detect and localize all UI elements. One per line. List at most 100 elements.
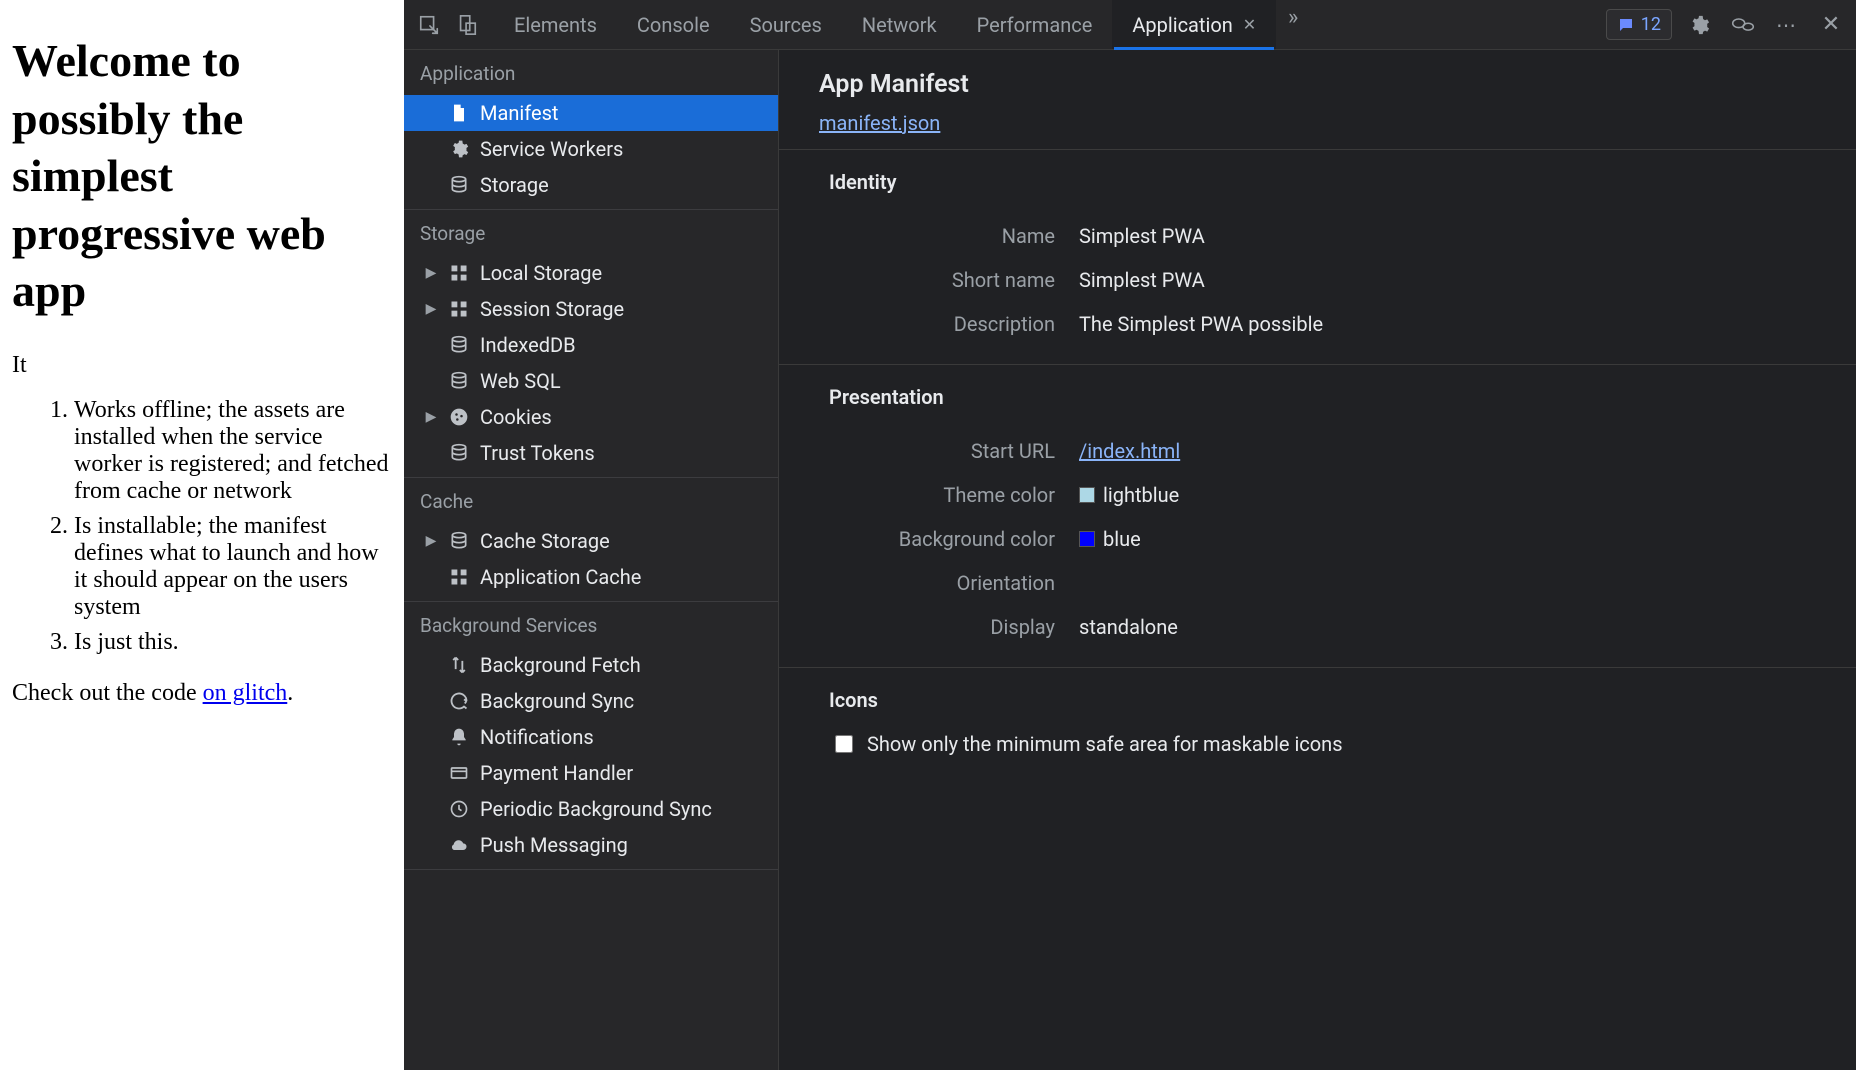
manifest-details: App Manifest manifest.json Identity Name…: [778, 50, 1856, 1070]
sidebar-item-service-workers[interactable]: Service Workers: [404, 131, 778, 167]
sidebar-item-background-fetch[interactable]: Background Fetch: [404, 647, 778, 683]
grid-icon: [448, 566, 470, 588]
tab-network[interactable]: Network: [842, 0, 957, 49]
sync-icon: [448, 690, 470, 712]
cloud-icon: [448, 834, 470, 856]
db-icon: [448, 370, 470, 392]
sidebar-item-push-messaging[interactable]: Push Messaging: [404, 827, 778, 863]
maskable-icons-label: Show only the minimum safe area for mask…: [867, 732, 1343, 756]
bell-icon: [448, 726, 470, 748]
kv-value: Simplest PWA: [1079, 268, 1205, 292]
sidebar-item-background-sync[interactable]: Background Sync: [404, 683, 778, 719]
sidebar-item-label: Background Sync: [480, 689, 634, 713]
page-heading: Welcome to possibly the simplest progres…: [12, 32, 392, 320]
kv-key: Description: [819, 312, 1079, 336]
sidebar-item-storage[interactable]: Storage: [404, 167, 778, 203]
sidebar-item-manifest[interactable]: Manifest: [404, 95, 778, 131]
db-icon: [448, 530, 470, 552]
sidebar-section-title: Application: [404, 50, 778, 95]
kv-row: Short nameSimplest PWA: [819, 258, 1816, 302]
tab-application[interactable]: Application ✕: [1112, 0, 1276, 49]
devtools-tabs: Elements Console Sources Network Perform…: [494, 0, 1602, 49]
sidebar-item-payment-handler[interactable]: Payment Handler: [404, 755, 778, 791]
kv-value: lightblue: [1079, 483, 1179, 507]
kv-key: Background color: [819, 527, 1079, 551]
sidebar-item-local-storage[interactable]: ▶ Local Storage: [404, 255, 778, 291]
sidebar-section-title: Storage: [404, 210, 778, 255]
tab-elements[interactable]: Elements: [494, 0, 617, 49]
grid-icon: [448, 262, 470, 284]
sidebar-item-trust-tokens[interactable]: Trust Tokens: [404, 435, 778, 471]
sidebar-item-cache-storage[interactable]: ▶Cache Storage: [404, 523, 778, 559]
expand-arrow-icon[interactable]: ▶: [424, 265, 438, 281]
sidebar-item-label: Push Messaging: [480, 833, 628, 857]
sidebar-item-periodic-background-sync[interactable]: Periodic Background Sync: [404, 791, 778, 827]
sidebar-item-label: Notifications: [480, 725, 594, 749]
kv-value: standalone: [1079, 615, 1178, 639]
db-icon: [448, 174, 470, 196]
glitch-link[interactable]: on glitch: [203, 680, 288, 706]
kv-row: NameSimplest PWA: [819, 214, 1816, 258]
maskable-icons-checkbox[interactable]: [835, 735, 853, 753]
expand-arrow-icon[interactable]: ▶: [424, 409, 438, 425]
sidebar-item-label: Trust Tokens: [480, 441, 595, 465]
kv-key: Name: [819, 224, 1079, 248]
more-tabs-icon[interactable]: »: [1276, 0, 1310, 34]
sidebar-item-label: Storage: [480, 173, 549, 197]
sidebar-item-label: Application Cache: [480, 565, 641, 589]
kv-row: Theme colorlightblue: [819, 473, 1816, 517]
gear-icon: [448, 138, 470, 160]
sidebar-item-web-sql[interactable]: Web SQL: [404, 363, 778, 399]
list-item: Is just this.: [74, 629, 392, 656]
presentation-section: Presentation Start URL/index.htmlTheme c…: [779, 364, 1856, 667]
sidebar-item-label: Local Storage: [480, 261, 602, 285]
device-toolbar-icon[interactable]: [450, 8, 484, 42]
arrows-icon: [448, 654, 470, 676]
kv-key: Display: [819, 615, 1079, 639]
icons-section: Icons Show only the minimum safe area fo…: [779, 667, 1856, 774]
cookie-icon: [448, 406, 470, 428]
manifest-file-link[interactable]: manifest.json: [819, 111, 940, 135]
color-swatch: [1079, 487, 1095, 503]
devtools-panel: Elements Console Sources Network Perform…: [404, 0, 1856, 1070]
expand-arrow-icon[interactable]: ▶: [424, 533, 438, 549]
settings-icon[interactable]: [1682, 8, 1716, 42]
webpage-content: Welcome to possibly the simplest progres…: [0, 0, 404, 1070]
kv-row: Background colorblue: [819, 517, 1816, 561]
feedback-icon[interactable]: [1726, 8, 1760, 42]
sidebar-item-cookies[interactable]: ▶Cookies: [404, 399, 778, 435]
more-menu-icon[interactable]: ⋯: [1770, 8, 1804, 42]
inspect-element-icon[interactable]: [412, 8, 446, 42]
sidebar-item-indexeddb[interactable]: IndexedDB: [404, 327, 778, 363]
page-outro: Check out the code on glitch.: [12, 680, 392, 707]
sidebar-item-application-cache[interactable]: Application Cache: [404, 559, 778, 595]
tab-performance[interactable]: Performance: [957, 0, 1113, 49]
start-url-link[interactable]: /index.html: [1079, 439, 1180, 463]
kv-row: Orientation: [819, 561, 1816, 605]
manifest-title: App Manifest: [819, 70, 1816, 99]
kv-value: /index.html: [1079, 439, 1180, 463]
card-icon: [448, 762, 470, 784]
sidebar-item-session-storage[interactable]: ▶Session Storage: [404, 291, 778, 327]
close-icon[interactable]: ✕: [1243, 15, 1256, 34]
kv-row: Displaystandalone: [819, 605, 1816, 649]
issues-counter[interactable]: 12: [1606, 9, 1672, 40]
sidebar-section-title: Cache: [404, 478, 778, 523]
kv-value: The Simplest PWA possible: [1079, 312, 1323, 336]
kv-key: Short name: [819, 268, 1079, 292]
sidebar-item-label: Background Fetch: [480, 653, 641, 677]
file-icon: [448, 102, 470, 124]
expand-arrow-icon[interactable]: ▶: [424, 301, 438, 317]
kv-value: blue: [1079, 527, 1141, 551]
db-icon: [448, 442, 470, 464]
tab-console[interactable]: Console: [617, 0, 730, 49]
application-sidebar: ApplicationManifest Service Workers Storag…: [404, 50, 778, 1070]
tab-sources[interactable]: Sources: [730, 0, 842, 49]
sidebar-item-label: Periodic Background Sync: [480, 797, 712, 821]
devtools-tabbar: Elements Console Sources Network Perform…: [404, 0, 1856, 50]
close-devtools-icon[interactable]: ✕: [1814, 8, 1848, 42]
sidebar-item-notifications[interactable]: Notifications: [404, 719, 778, 755]
sidebar-item-label: Service Workers: [480, 137, 623, 161]
list-item: Is installable; the manifest defines wha…: [74, 513, 392, 621]
color-swatch: [1079, 531, 1095, 547]
